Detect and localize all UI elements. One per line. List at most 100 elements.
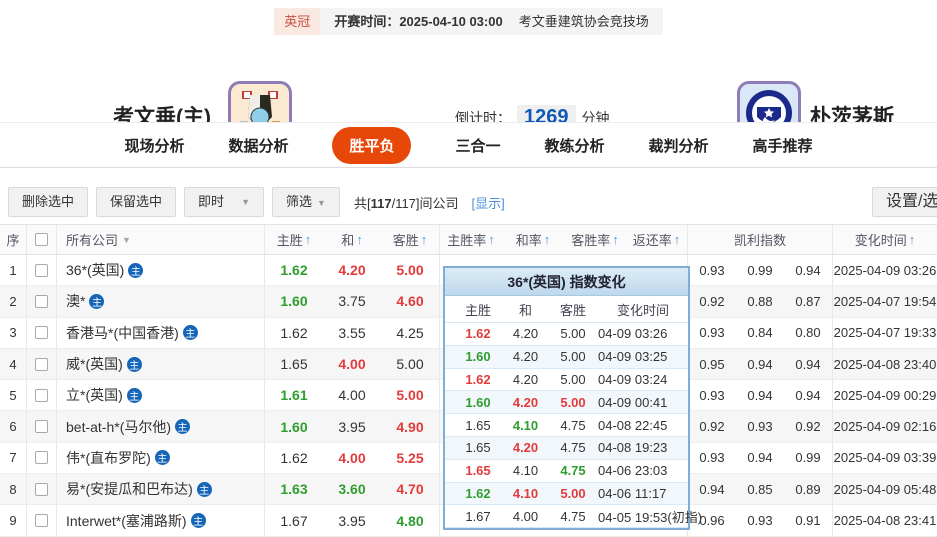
odds-cell: 4.00 <box>338 356 366 373</box>
kelly-cell: 0.89 <box>784 474 833 505</box>
popup-odds-cell: 1.62 <box>465 485 491 501</box>
odds-cell: 5.00 <box>381 348 440 380</box>
odds-cell: 5.25 <box>381 442 440 474</box>
filter-dropdown[interactable]: 筛选 ▼ <box>272 187 340 217</box>
row-checkbox[interactable] <box>35 357 48 371</box>
popup-odds-cell: 4.10 <box>512 417 539 433</box>
row-checkbox[interactable] <box>35 451 48 465</box>
tab-bar: 现场分析 数据分析 胜平负 三合一 教练分析 裁判分析 高手推荐 <box>0 122 937 168</box>
odds-change-popup: 36*(英国) 指数变化 主胜 和 客胜 变化时间 1.62 4.20 5.00 04… <box>443 266 702 531</box>
row-checkbox[interactable] <box>35 420 48 434</box>
home-badge-icon: 主 <box>126 387 142 403</box>
instant-dropdown[interactable]: 即时 ▼ <box>184 187 265 217</box>
company-cell[interactable]: 易*(安提瓜和巴布达) 主 <box>57 474 265 505</box>
row-checkbox[interactable] <box>35 482 48 496</box>
league-badge: 英冠 <box>274 8 321 35</box>
company-name: Interwet*(塞浦路斯) <box>66 512 187 529</box>
kelly-cell: 0.80 <box>784 317 833 348</box>
company-name: bet-at-h*(马尔他) <box>66 418 172 435</box>
row-checkbox-cell <box>27 474 57 505</box>
odds-cell: 4.00 <box>338 387 366 404</box>
sort-asc-icon: ↑ <box>488 232 495 247</box>
company-name: 伟*(直布罗陀) <box>66 449 151 466</box>
select-all-checkbox[interactable] <box>35 233 48 246</box>
popup-odds-cell: 1.60 <box>465 349 491 365</box>
header-company[interactable]: 所有公司 ▼ <box>57 225 265 254</box>
company-cell[interactable]: 威*(英国) 主 <box>57 348 265 380</box>
sort-asc-icon: ↑ <box>908 232 916 247</box>
popup-odds-cell: 5.00 <box>560 371 586 387</box>
company-cell[interactable]: 香港马*(中国香港) 主 <box>57 317 265 348</box>
popup-odds-cell: 5.00 <box>560 485 586 501</box>
header-draw-odds[interactable]: 和 ↑ <box>323 225 381 254</box>
header-checkbox-cell <box>27 225 57 254</box>
popup-odds-cell: 4.20 <box>512 371 539 387</box>
header-away-rate[interactable]: 客胜率 ↑ <box>564 225 626 254</box>
kelly-cell: 0.93 <box>699 325 725 341</box>
tab-2[interactable]: 胜平负 <box>332 126 412 164</box>
tab-4[interactable]: 教练分析 <box>545 135 605 156</box>
kelly-cell: 0.93 <box>699 387 725 403</box>
show-link[interactable]: [显示] <box>472 193 505 212</box>
header-away-odds[interactable]: 客胜 ↑ <box>381 225 440 254</box>
company-cell[interactable]: 澳* 主 <box>57 286 265 317</box>
home-badge-icon: 主 <box>89 293 105 309</box>
company-cell[interactable]: Interwet*(塞浦路斯) 主 <box>57 505 265 536</box>
tab-1[interactable]: 数据分析 <box>228 135 288 156</box>
popup-odds-cell: 1.62 <box>465 371 491 387</box>
row-checkbox[interactable] <box>35 263 48 277</box>
company-cell[interactable]: bet-at-h*(马尔他) 主 <box>57 411 265 442</box>
kelly-cell: 0.93 <box>699 450 725 466</box>
header-home-odds[interactable]: 主胜 ↑ <box>265 225 323 254</box>
popup-odds-cell: 4.75 <box>560 508 586 524</box>
row-index: 1 <box>0 255 27 286</box>
tab-3[interactable]: 三合一 <box>455 135 500 156</box>
change-time-cell: 2025-04-09 05:48 <box>833 481 937 497</box>
row-index: 4 <box>0 348 27 380</box>
kelly-cell: 0.94 <box>784 348 833 380</box>
header-return-rate[interactable]: 返还率 ↑ <box>626 225 688 254</box>
kickoff-time: 2025-04-10 03:00 <box>399 14 503 29</box>
popup-row: 1.62 4.20 5.00 04-09 03:26 <box>445 323 688 346</box>
row-index: 2 <box>0 286 27 317</box>
company-name: 澳* <box>66 293 86 310</box>
odds-cell: 3.60 <box>338 481 366 498</box>
popup-row: 1.60 4.20 5.00 04-09 00:41 <box>445 391 688 415</box>
row-checkbox[interactable] <box>35 514 48 528</box>
odds-cell: 4.60 <box>381 286 440 317</box>
home-badge-icon: 主 <box>154 450 170 466</box>
row-checkbox-cell <box>27 442 57 474</box>
popup-time-cell: 04-06 23:03 <box>598 463 668 479</box>
header-change-time[interactable]: 变化时间 ↑ <box>833 225 937 254</box>
popup-odds-cell: 1.65 <box>465 440 491 456</box>
tab-5[interactable]: 裁判分析 <box>649 135 709 156</box>
settings-button[interactable]: 设置/选 <box>872 187 937 217</box>
header-draw-rate[interactable]: 和率 ↑ <box>502 225 564 254</box>
odds-cell: 4.20 <box>338 262 366 279</box>
row-checkbox[interactable] <box>35 294 48 308</box>
kelly-cell: 0.87 <box>784 286 833 317</box>
tab-6[interactable]: 高手推荐 <box>753 135 813 156</box>
row-index: 3 <box>0 317 27 348</box>
keep-selected-button[interactable]: 保留选中 <box>96 187 177 217</box>
popup-row: 1.60 4.20 5.00 04-09 03:25 <box>445 345 688 369</box>
odds-cell: 3.95 <box>338 512 366 529</box>
sort-asc-icon: ↑ <box>356 232 363 247</box>
odds-cell: 1.62 <box>280 324 308 341</box>
row-checkbox[interactable] <box>35 326 48 340</box>
odds-table-header: 序 所有公司 ▼ 主胜 ↑ 和 ↑ 客胜 ↑ 主胜率 ↑ 和率 ↑ 客胜率 ↑ … <box>0 224 937 255</box>
home-badge-icon: 主 <box>175 419 191 435</box>
tab-0[interactable]: 现场分析 <box>124 135 184 156</box>
row-checkbox[interactable] <box>35 388 48 402</box>
company-cell[interactable]: 立*(英国) 主 <box>57 380 265 411</box>
change-time-cell: 2025-04-09 03:39 <box>833 450 937 466</box>
odds-cell: 5.00 <box>381 380 440 411</box>
delete-selected-button[interactable]: 删除选中 <box>8 187 89 217</box>
header-index: 序 <box>0 225 27 254</box>
header-home-rate[interactable]: 主胜率 ↑ <box>440 225 502 254</box>
kelly-cell: 0.94 <box>747 387 773 403</box>
odds-cell: 4.90 <box>381 411 440 442</box>
company-cell[interactable]: 伟*(直布罗陀) 主 <box>57 442 265 474</box>
company-cell[interactable]: 36*(英国) 主 <box>57 255 265 286</box>
kelly-cell: 0.92 <box>784 411 833 442</box>
